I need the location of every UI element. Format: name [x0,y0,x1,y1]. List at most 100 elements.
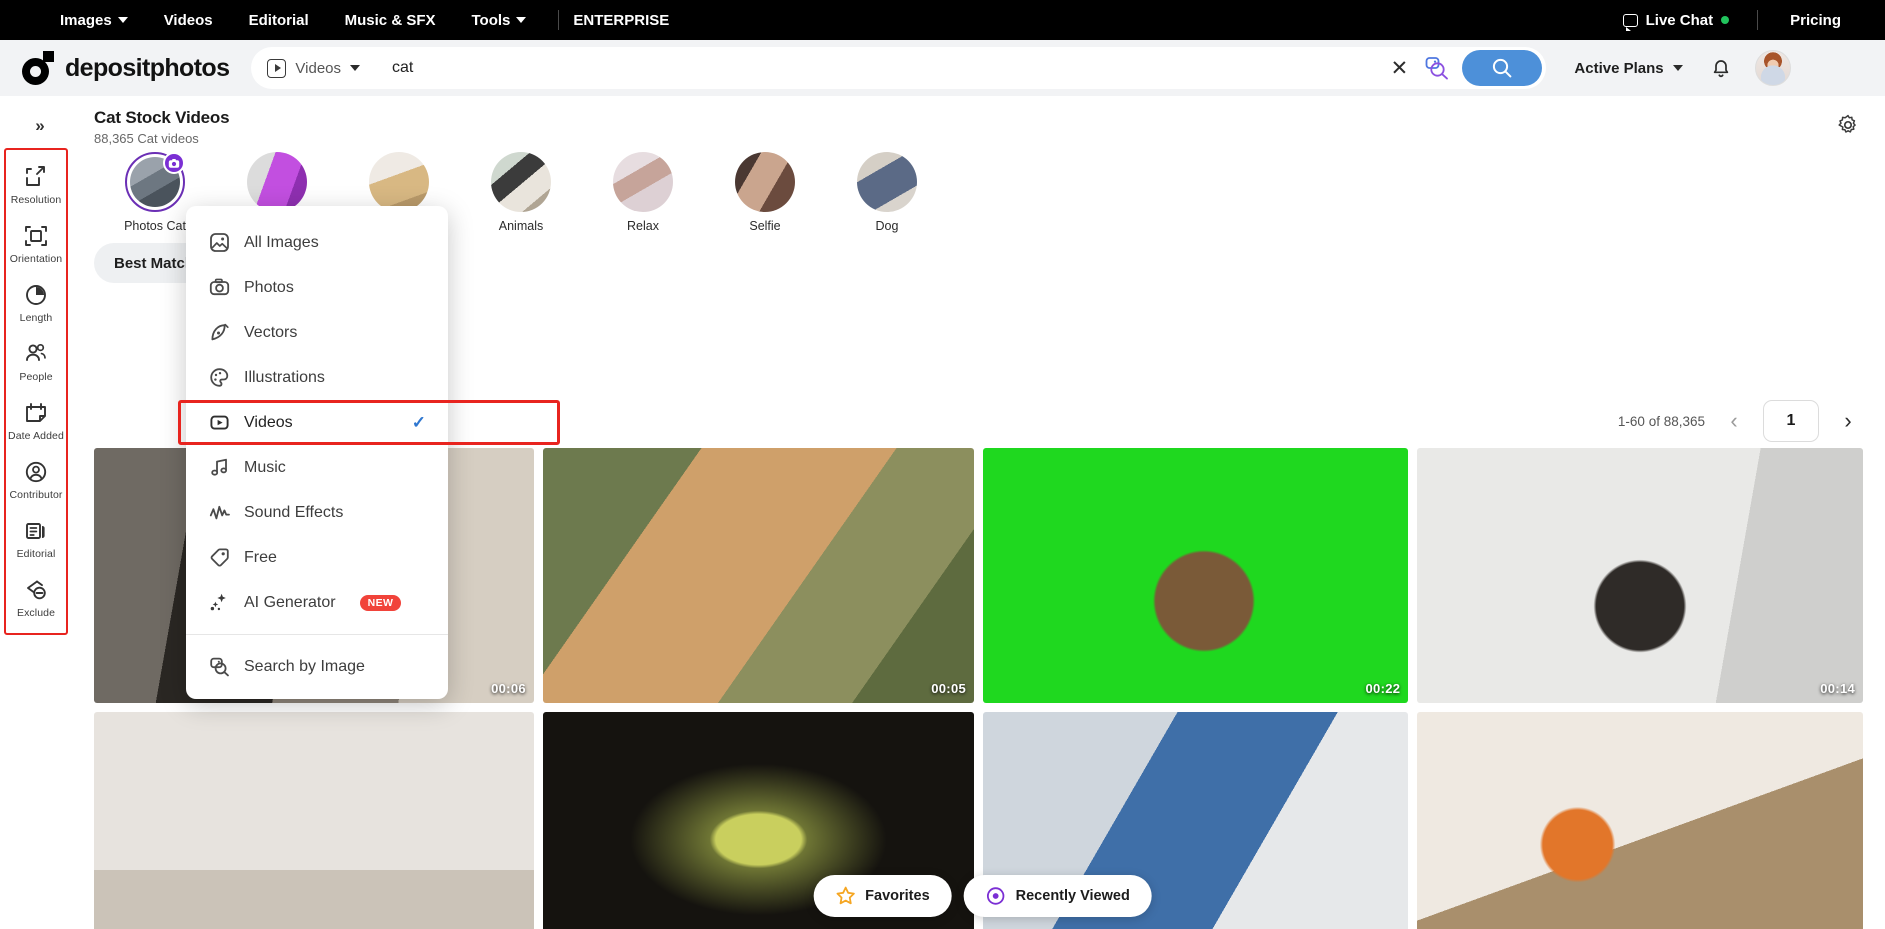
dropdown-item-search-by-image[interactable]: Search by Image [186,644,448,689]
sidebar-item-orientation-label: Orientation [9,253,63,265]
video-card[interactable]: 00:54 [1417,712,1863,929]
free-tag-icon [208,547,230,568]
dropdown-item-free[interactable]: Free [186,535,448,580]
dropdown-item-label: All Images [244,233,319,251]
user-avatar[interactable] [1754,50,1791,86]
chip-animals[interactable]: Animals [460,152,582,233]
video-card[interactable]: 00:16 [94,712,534,929]
dropdown-item-sound-effects[interactable]: Sound Effects [186,490,448,535]
dropdown-item-music[interactable]: Music [186,445,448,490]
nav-item-tools[interactable]: Tools [454,0,545,40]
search-input[interactable] [374,59,1383,77]
nav-item-images[interactable]: Images [22,0,146,40]
video-duration: 00:05 [931,681,966,696]
video-card[interactable]: 00:05 [542,448,974,703]
search-submit-button[interactable] [1462,50,1543,86]
pricing-label: Pricing [1790,11,1841,29]
clear-search-button[interactable]: ✕ [1382,51,1416,85]
nav-item-music-sfx[interactable]: Music & SFX [327,0,454,40]
dropdown-item-vectors[interactable]: Vectors [186,310,448,355]
videos-icon [267,58,287,78]
favorites-button[interactable]: Favorites [813,875,952,917]
dropdown-item-photos[interactable]: Photos [186,265,448,310]
current-page-number[interactable]: 1 [1763,400,1819,442]
chip-label: Relax [627,219,659,233]
nav-item-videos[interactable]: Videos [146,0,231,40]
dropdown-item-illustrations[interactable]: Illustrations [186,355,448,400]
video-card[interactable]: 00:22 [983,448,1409,703]
chip-relax[interactable]: Relax [582,152,704,233]
sidebar-item-resolution[interactable]: Resolution [5,156,67,212]
sort-label: Best Match [114,254,195,272]
nav-item-editorial[interactable]: Editorial [231,0,327,40]
pagination: 1-60 of 88,365 ‹ 1 › [1618,400,1863,442]
settings-gear-icon[interactable] [1837,114,1859,141]
chip-thumbnail [491,152,551,212]
results-count: 1-60 of 88,365 [1617,413,1705,429]
chip-thumbnail [125,152,185,212]
expand-sidebar-label: » [35,116,45,135]
nav-item-enterprise[interactable]: ENTERPRISE [573,0,687,40]
content-type-selector[interactable]: Videos [255,50,374,86]
search-by-image-icon[interactable] [1416,50,1458,86]
chevron-down-icon [1672,65,1683,71]
sidebar-item-contributor[interactable]: Contributor [5,451,67,507]
depositphotos-logo[interactable]: depositphotos [22,51,230,85]
nav-divider [558,10,560,30]
chip-label: Animals [498,219,544,233]
page-title: Cat Stock Videos [94,108,230,127]
chat-bubble-icon [1622,13,1638,31]
sidebar-item-date-added[interactable]: Date Added [5,392,67,448]
chip-selfie[interactable]: Selfie [704,152,826,233]
orientation-icon [23,223,49,249]
music-icon [208,457,230,478]
sidebar-item-people[interactable]: People [5,333,67,389]
sidebar-item-length[interactable]: Length [5,274,67,330]
sidebar-item-orientation[interactable]: Orientation [5,215,67,271]
dropdown-item-label: AI Generator [244,593,336,611]
prev-page-button[interactable]: ‹ [1719,404,1749,438]
sidebar-item-resolution-label: Resolution [10,194,62,206]
contributor-icon [23,459,49,485]
top-nav-links: Images Videos Editorial Music & SFX Tool… [22,0,687,40]
dropdown-item-label: Search by Image [244,657,365,675]
nav-item-music-sfx-label: Music & SFX [344,11,436,29]
dropdown-item-label: Vectors [244,323,298,341]
chip-label: Dog [875,219,899,233]
sound-effects-icon [208,502,230,523]
active-plans-button[interactable]: Active Plans [1560,60,1696,77]
chip-dog[interactable]: Dog [826,152,948,233]
recently-viewed-label: Recently Viewed [1015,888,1130,904]
chip-label: Photos Cat [124,219,186,233]
content-type-dropdown-menu: All Images Photos Vectors Illustrations [178,206,560,699]
next-page-button[interactable]: › [1833,404,1863,438]
dropdown-item-videos[interactable]: Videos ✓ [178,400,560,445]
live-chat-button[interactable]: Live Chat [1609,12,1744,31]
notifications-button[interactable] [1701,48,1741,88]
sidebar-item-editorial[interactable]: Editorial [5,510,67,566]
online-status-dot [1721,16,1730,24]
recently-viewed-button[interactable]: Recently Viewed [963,875,1152,917]
results-subtitle: 88,365 Cat videos [94,131,199,146]
active-plans-label: Active Plans [1574,59,1664,77]
page-heading: Cat Stock Videos 88,365 Cat videos [80,96,1885,146]
vectors-icon [208,322,230,343]
exclude-icon [23,577,49,603]
video-duration: 00:22 [1365,681,1401,696]
photos-icon [208,277,230,298]
favorites-label: Favorites [865,888,930,904]
logo-text: depositphotos [65,53,230,82]
content-type-label: Videos [295,59,341,77]
expand-sidebar-button[interactable]: » [0,104,80,148]
chip-thumbnail [857,152,917,212]
chevron-down-icon [350,65,360,71]
sidebar-item-exclude-label: Exclude [16,607,56,619]
dropdown-item-label: Sound Effects [244,503,344,521]
sidebar-item-exclude[interactable]: Exclude [5,569,67,625]
sidebar-item-editorial-label: Editorial [16,548,56,560]
sidebar-item-people-label: People [19,371,53,383]
video-card[interactable]: 00:14 [1417,448,1863,703]
dropdown-item-all-images[interactable]: All Images [186,220,448,265]
dropdown-item-ai-generator[interactable]: AI Generator NEW [186,580,448,625]
pricing-link[interactable]: Pricing [1772,12,1863,29]
